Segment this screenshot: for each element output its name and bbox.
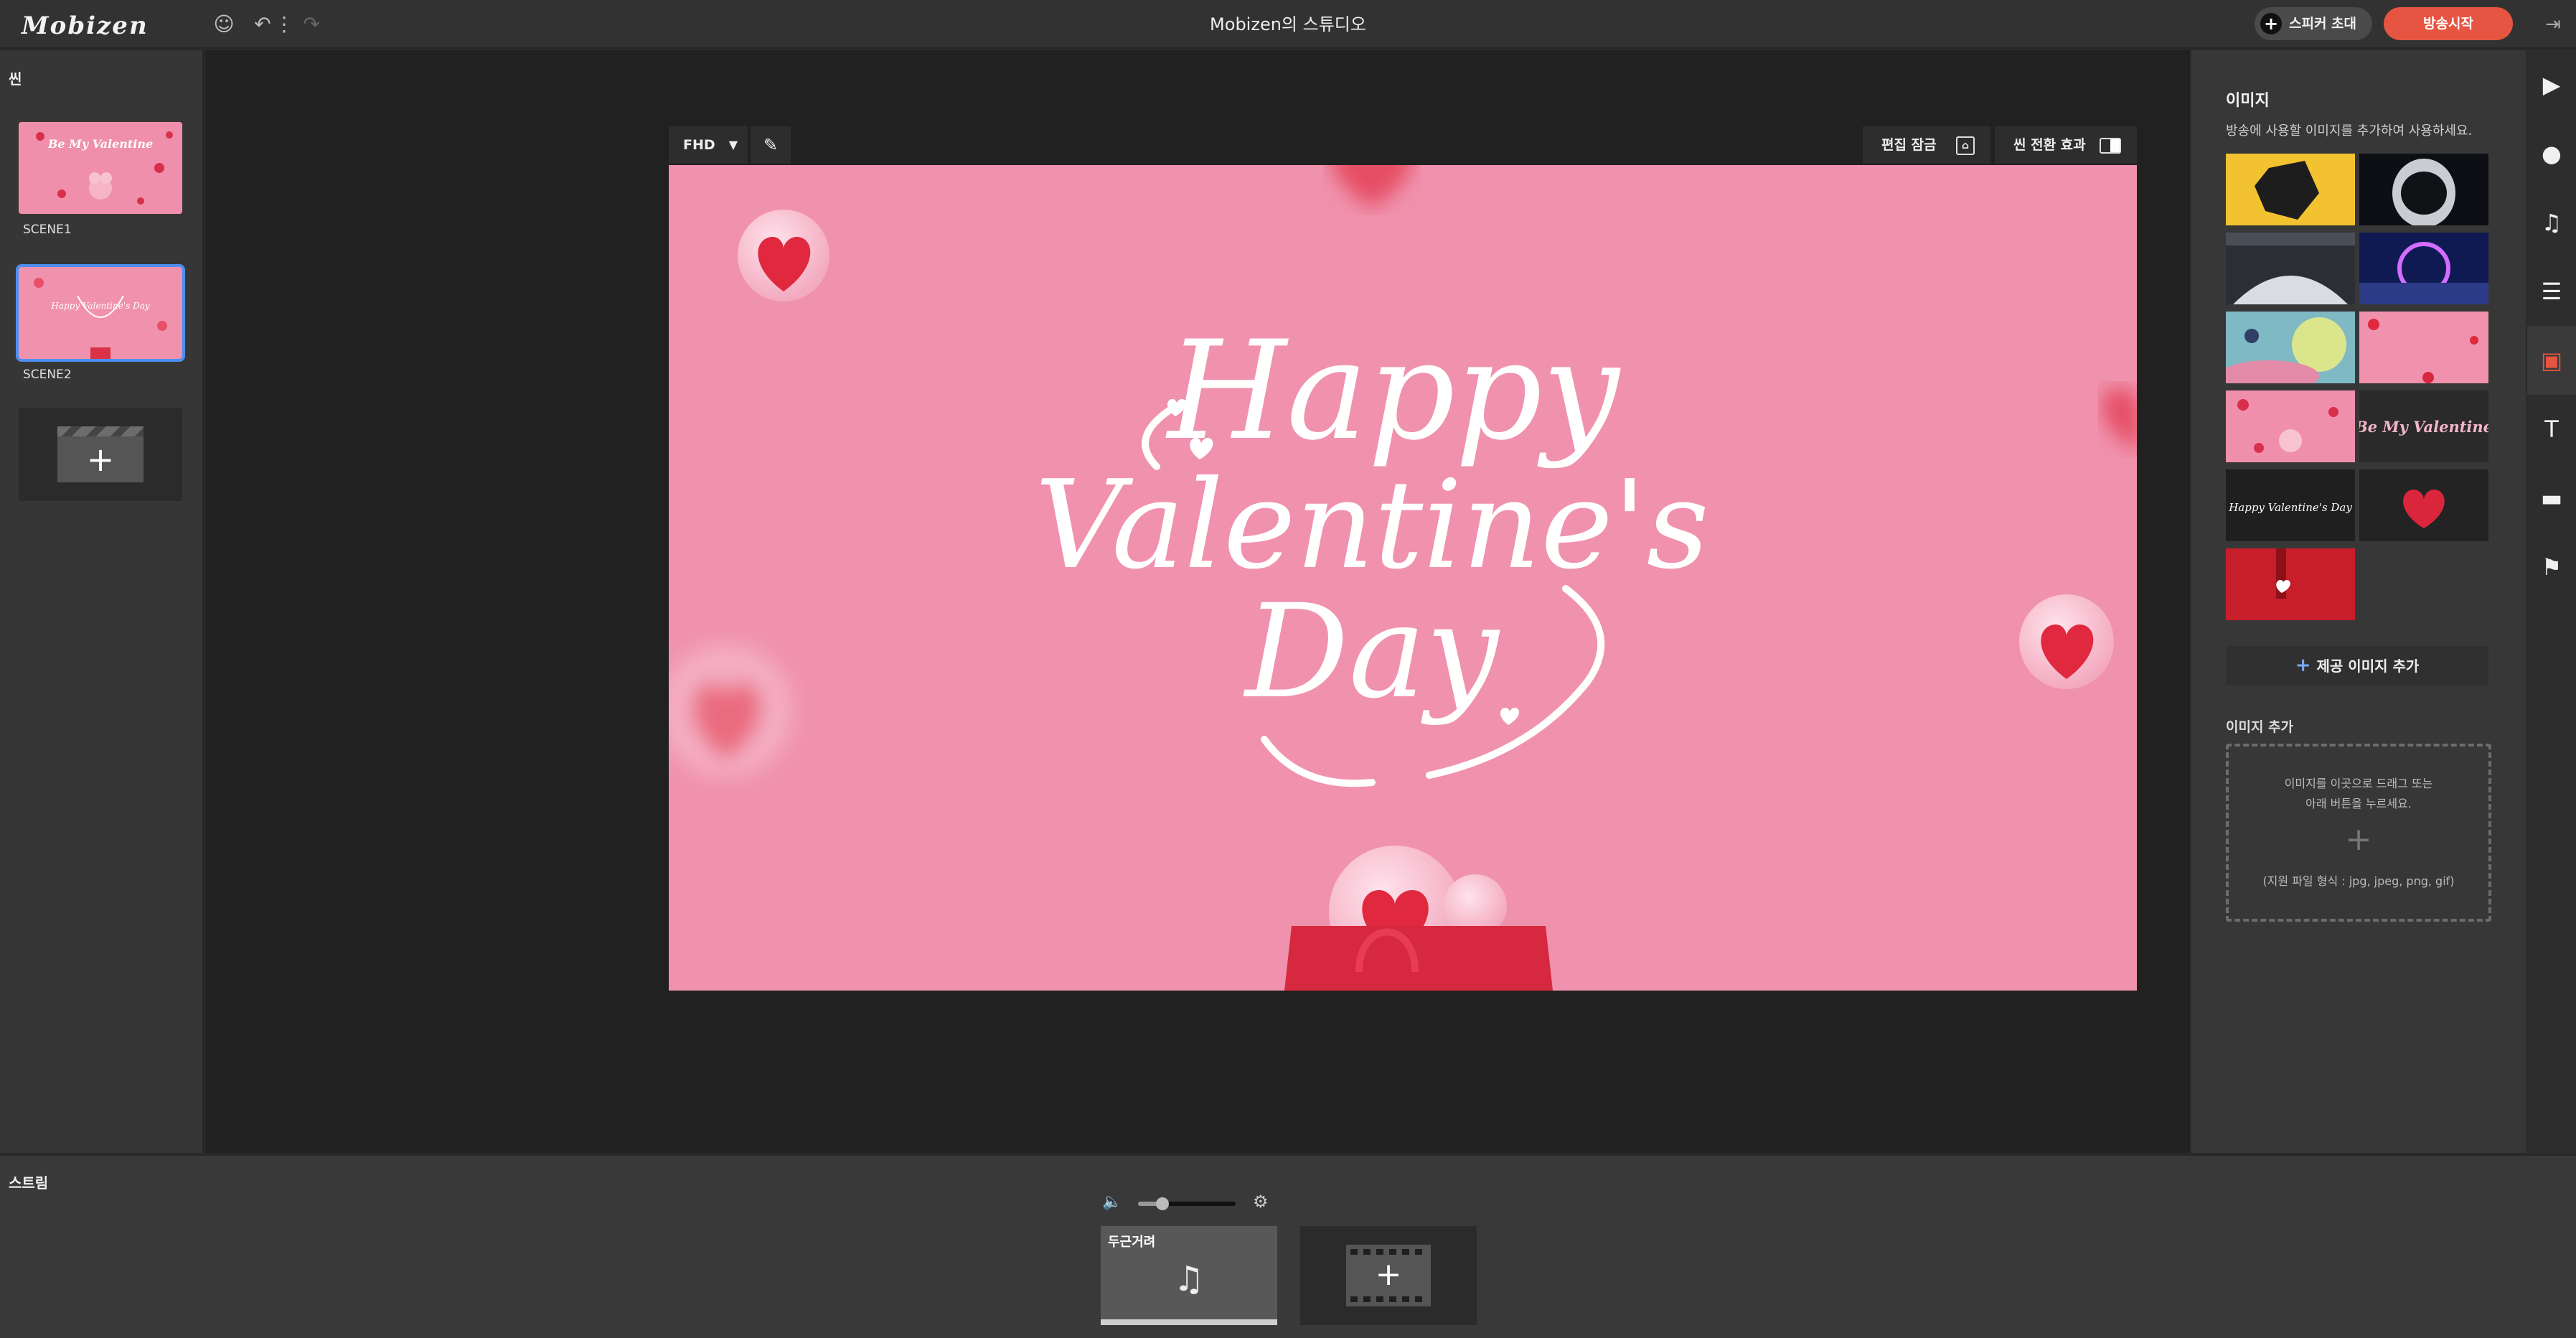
scene-label-1: SCENE1 — [23, 223, 72, 237]
scene-label-2: SCENE2 — [23, 368, 72, 382]
scene-thumb-2[interactable]: Happy Valentine's Day — [16, 264, 185, 362]
robot-icon[interactable]: ☺ — [210, 10, 238, 39]
upload-plus-icon[interactable]: + — [2229, 821, 2488, 858]
lettering-line-2: Valentine's — [1035, 454, 1709, 597]
dropzone-instructions: 이미지를 이곳으로 드래그 또는 아래 버튼을 누르세요. — [2229, 774, 2488, 814]
volume-knob[interactable] — [1156, 1197, 1169, 1210]
invite-speaker-label: 스피커 초대 — [2289, 16, 2357, 32]
tool-rail: ▶ ● ♫ ☰ ▣ T ▬ ⚑ — [2527, 50, 2576, 1153]
broadcast-canvas[interactable]: Happy Valentine's Day — [669, 165, 2137, 991]
top-bar: Mobizen ☺ ↶ ⋮ ↷ Mobizen의 스튜디오 + 스피커 초대 방… — [0, 0, 2576, 49]
draw-pen-icon[interactable]: ✎ — [751, 126, 791, 164]
scene-thumb-1[interactable]: Be My Valentine — [19, 122, 182, 214]
supported-formats: (지원 파일 형식 : jpg, jpeg, png, gif) — [2262, 874, 2455, 888]
chat-icon[interactable]: ● — [2527, 119, 2576, 188]
image-tile-3[interactable] — [2226, 233, 2355, 304]
lettering-line-1: Happy — [1165, 312, 1621, 470]
start-broadcast-button[interactable]: 방송시작 — [2384, 7, 2513, 40]
bookmark-icon[interactable]: ⚑ — [2527, 533, 2576, 602]
stream-title: 스트림 — [9, 1174, 49, 1192]
bgm-label: 두근거려 — [1108, 1235, 1156, 1250]
speaker-icon[interactable]: 🔈 — [1102, 1193, 1122, 1211]
image-tile-9-text: Happy Valentine's Day — [2228, 501, 2352, 514]
caret-down-icon: ▼ — [728, 138, 738, 151]
bgm-card[interactable]: 두근거려 ♫ — [1101, 1226, 1277, 1325]
layout-icon[interactable]: ☰ — [2527, 257, 2576, 326]
music-note-icon: ♫ — [1173, 1259, 1205, 1299]
scene-thumb-2-text: Happy Valentine's Day — [50, 301, 150, 311]
image-icon[interactable]: ▣ — [2527, 326, 2576, 395]
more-icon[interactable]: ⋮ — [274, 10, 294, 39]
image-panel-title: 이미지 — [2226, 92, 2270, 110]
clapperboard-icon: + — [57, 426, 144, 482]
image-tile-8[interactable]: Be My Valentine — [2359, 390, 2488, 462]
dropzone-text-line2: 아래 버튼을 누르세요. — [2305, 797, 2412, 810]
add-stream-button[interactable]: + — [1300, 1226, 1477, 1325]
edit-lock-label: 편집 잠금 — [1881, 137, 1937, 153]
image-tile-9[interactable]: Happy Valentine's Day — [2226, 469, 2355, 541]
edit-lock-button[interactable]: 편집 잠금 ⌂ — [1863, 126, 1990, 164]
scene-panel-title: 씬 — [9, 70, 22, 88]
mobizen-logo: Mobizen — [22, 11, 149, 40]
toggle-switch — [2100, 138, 2121, 154]
undo-icon[interactable]: ↶ — [248, 10, 277, 39]
image-tile-4[interactable] — [2359, 233, 2488, 304]
film-add-icon: + — [1346, 1245, 1431, 1306]
dropzone-text-line1: 이미지를 이곳으로 드래그 또는 — [2284, 777, 2433, 790]
lettering-line-3: Day — [1243, 577, 1500, 727]
add-provided-image-label: 제공 이미지 추가 — [2316, 658, 2420, 675]
image-tile-6[interactable] — [2359, 312, 2488, 383]
redo-icon[interactable]: ↷ — [297, 10, 326, 39]
caption-icon[interactable]: ▬ — [2527, 464, 2576, 533]
plus-icon: + — [2260, 13, 2282, 34]
exit-icon[interactable]: ⇥ — [2539, 10, 2567, 39]
add-provided-image-button[interactable]: + 제공 이미지 추가 — [2226, 646, 2488, 685]
volume-slider[interactable] — [1138, 1197, 1236, 1210]
stage-area: FHD ▼ ✎ 편집 잠금 ⌂ 씬 전환 효과 Happy Valentine'… — [205, 50, 2190, 1153]
stream-bar: 스트림 🔈 ⚙ 두근거려 ♫ + — [0, 1154, 2576, 1338]
image-panel: 이미지 방송에 사용할 이미지를 추가하여 사용하세요. Be My Valen… — [2191, 50, 2526, 1153]
image-dropzone[interactable]: 이미지를 이곳으로 드래그 또는 아래 버튼을 누르세요. + (지원 파일 형… — [2226, 744, 2491, 922]
invite-speaker-button[interactable]: + 스피커 초대 — [2255, 7, 2372, 40]
scene-panel: 씬 Be My Valentine SCENE1 Happy Valentine… — [0, 50, 204, 1153]
text-icon[interactable]: T — [2527, 395, 2576, 464]
image-tile-8-text: Be My Valentine — [2359, 418, 2488, 436]
scene-thumb-1-text: Be My Valentine — [47, 137, 153, 151]
image-tile-11[interactable] — [2226, 548, 2355, 620]
gear-icon[interactable]: ⚙ — [1253, 1192, 1269, 1212]
plus-icon: + — [2295, 655, 2311, 676]
image-tile-5[interactable] — [2226, 312, 2355, 383]
add-image-section-label: 이미지 추가 — [2226, 719, 2294, 735]
scene-transition-toggle[interactable]: 씬 전환 효과 — [1995, 126, 2137, 164]
app-title: Mobizen의 스튜디오 — [1210, 14, 1366, 34]
image-panel-description: 방송에 사용할 이미지를 추가하여 사용하세요. — [2226, 123, 2473, 139]
resolution-value: FHD — [683, 137, 715, 153]
resolution-select[interactable]: FHD ▼ — [669, 126, 748, 164]
play-icon[interactable]: ▶ — [2527, 50, 2576, 119]
add-scene-button[interactable]: + — [19, 408, 182, 501]
unlock-icon: ⌂ — [1956, 136, 1975, 155]
image-tile-7[interactable] — [2226, 390, 2355, 462]
image-tile-2[interactable] — [2359, 154, 2488, 225]
music-icon[interactable]: ♫ — [2527, 188, 2576, 257]
image-tile-1[interactable] — [2226, 154, 2355, 225]
image-tile-10[interactable] — [2359, 469, 2488, 541]
bgm-progress — [1101, 1319, 1277, 1325]
canvas-toolbar: FHD ▼ ✎ 편집 잠금 ⌂ 씬 전환 효과 — [669, 126, 2137, 164]
scene-transition-label: 씬 전환 효과 — [2013, 137, 2086, 153]
